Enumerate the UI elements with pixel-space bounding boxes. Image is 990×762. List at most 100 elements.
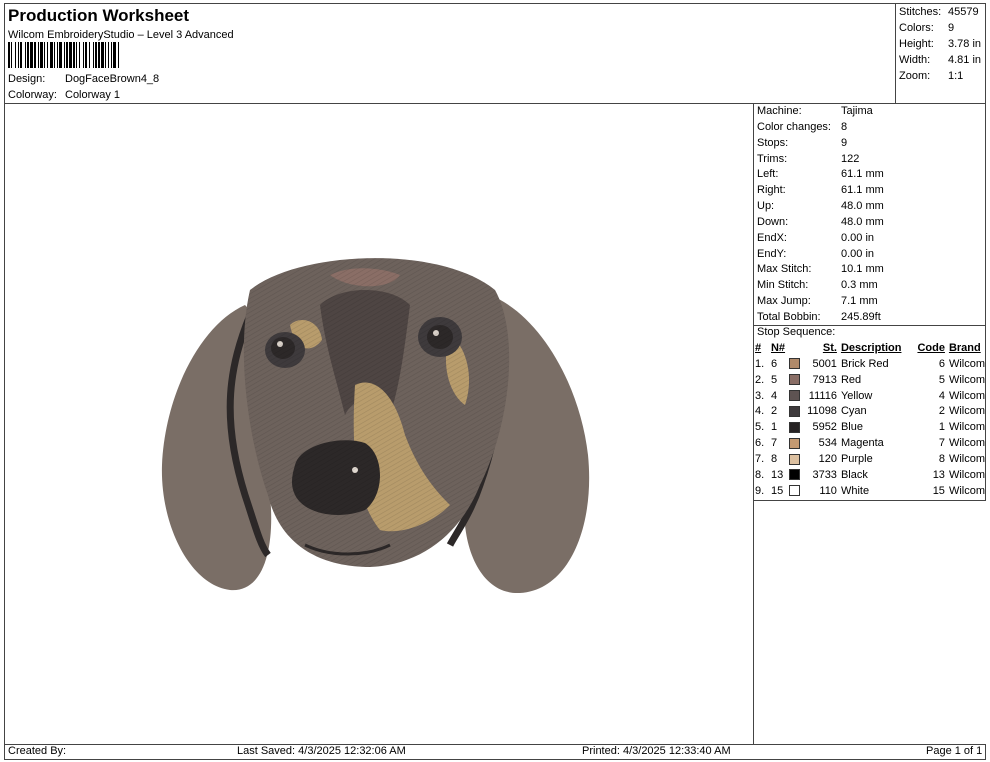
summary-label: Colors: bbox=[899, 22, 934, 34]
barcode-bar bbox=[64, 42, 65, 68]
color-code: 4 bbox=[938, 389, 945, 402]
stop-num: 6. bbox=[755, 437, 765, 450]
barcode-bar bbox=[38, 42, 39, 68]
summary-value: 9 bbox=[948, 22, 955, 34]
design-preview bbox=[161, 258, 590, 594]
color-swatch-box bbox=[788, 485, 800, 497]
spec-label: Color changes: bbox=[757, 120, 831, 133]
stitch-count: 11116 bbox=[808, 389, 837, 402]
summary-label: Zoom: bbox=[899, 70, 931, 82]
barcode-bar bbox=[57, 42, 58, 68]
spec-value: 48.0 mm bbox=[841, 215, 884, 228]
needle-num: 8 bbox=[770, 452, 778, 465]
spec-label: Max Stitch: bbox=[757, 263, 812, 276]
barcode-bar bbox=[98, 42, 100, 68]
color-swatch bbox=[788, 484, 803, 500]
barcode-bar bbox=[30, 42, 33, 68]
summary-row: Width: 4.81 in bbox=[899, 52, 981, 68]
summary-label: Stitches: bbox=[899, 6, 942, 18]
color-description: Blue bbox=[840, 421, 863, 434]
spec-label: Right: bbox=[757, 184, 786, 197]
summary-label: Height: bbox=[899, 38, 934, 50]
color-code: 15 bbox=[932, 484, 945, 497]
spec-row: Color changes: 8 bbox=[757, 120, 884, 136]
color-description: Black bbox=[840, 468, 868, 481]
barcode-bar bbox=[83, 42, 84, 68]
barcode-bar bbox=[105, 42, 106, 68]
spec-value: 122 bbox=[841, 152, 860, 165]
summary-value: 4.81 in bbox=[948, 54, 982, 66]
color-code: 7 bbox=[938, 437, 945, 450]
table-row: 5. 1 5952 Blue 1 Wilcom bbox=[755, 420, 985, 436]
barcode-bar bbox=[95, 42, 97, 68]
design-name: DogFaceBrown4_8 bbox=[65, 73, 160, 85]
table-row: 9. 15 110 White 15 Wilcom bbox=[755, 484, 985, 500]
stitch-count: 534 bbox=[818, 437, 837, 450]
spec-label: Machine: bbox=[757, 105, 802, 117]
spec-value: 48.0 mm bbox=[841, 200, 884, 213]
color-swatch-box bbox=[788, 453, 800, 465]
color-swatch bbox=[788, 452, 803, 468]
spec-row: Max Stitch: 10.1 mm bbox=[757, 262, 884, 278]
spec-row: Left: 61.1 mm bbox=[757, 167, 884, 183]
barcode-bar bbox=[44, 42, 45, 68]
col-num-header: # bbox=[755, 342, 762, 354]
spec-label: Stops: bbox=[757, 136, 789, 149]
color-description: Purple bbox=[840, 452, 873, 465]
color-swatch-box bbox=[788, 421, 800, 433]
page-number: Page 1 of 1 bbox=[926, 745, 983, 757]
color-code: 6 bbox=[938, 357, 945, 370]
needle-num: 2 bbox=[770, 405, 778, 418]
barcode-bar bbox=[27, 42, 29, 68]
spec-value: 245.89ft bbox=[841, 310, 881, 323]
stop-num: 8. bbox=[755, 468, 765, 481]
spec-label: Total Bobbin: bbox=[757, 310, 821, 323]
summary-row: Stitches: 45579 bbox=[899, 4, 981, 20]
color-swatch-box bbox=[788, 405, 800, 417]
stop-sequence-table: # N# St. Description Code Brand 1. 6 5001 B… bbox=[755, 341, 985, 499]
needle-num: 15 bbox=[770, 484, 784, 497]
col-swatch-header bbox=[789, 341, 803, 357]
last-saved: Last Saved: 4/3/2025 12:32:06 AM bbox=[237, 745, 406, 757]
stitch-count: 11098 bbox=[807, 405, 837, 418]
spec-value: 61.1 mm bbox=[841, 184, 884, 197]
software-name: Wilcom EmbroideryStudio – Level 3 Advanc… bbox=[8, 29, 234, 41]
table-row: 3. 4 11116 Yellow 4 Wilcom bbox=[755, 389, 985, 405]
thread-brand: Wilcom bbox=[948, 405, 985, 418]
stop-num: 2. bbox=[755, 373, 765, 386]
spec-value: 7.1 mm bbox=[841, 295, 878, 308]
thread-brand: Wilcom bbox=[948, 484, 985, 497]
table-header-row: # N# St. Description Code Brand bbox=[755, 341, 985, 357]
stitch-count: 7913 bbox=[812, 373, 837, 386]
thread-brand: Wilcom bbox=[948, 421, 985, 434]
table-row: 8. 13 3733 Black 13 Wilcom bbox=[755, 468, 985, 484]
barcode-bar bbox=[25, 42, 26, 68]
color-swatch bbox=[788, 389, 803, 405]
barcode-bar bbox=[111, 42, 112, 68]
summary-row: Height: 3.78 in bbox=[899, 36, 981, 52]
table-row: 6. 7 534 Magenta 7 Wilcom bbox=[755, 436, 985, 452]
summary-row: Colors: 9 bbox=[899, 20, 981, 36]
colorway-row: Colorway: Colorway 1 bbox=[8, 89, 120, 101]
stop-sequence-label: Stop Sequence: bbox=[757, 326, 836, 338]
needle-num: 7 bbox=[770, 437, 778, 450]
stitch-count: 110 bbox=[819, 484, 837, 497]
needle-num: 5 bbox=[770, 373, 778, 386]
spec-label: EndX: bbox=[757, 231, 787, 244]
spec-value: 10.1 mm bbox=[841, 263, 884, 276]
spec-label: Down: bbox=[757, 215, 789, 228]
color-swatch-box bbox=[788, 374, 800, 386]
barcode-bar bbox=[15, 42, 16, 68]
stop-num: 4. bbox=[755, 405, 765, 418]
barcode-bar bbox=[18, 42, 19, 68]
summary-value: 1:1 bbox=[948, 70, 964, 82]
specs-panel: Machine: Tajima Color changes: 8 Stops: 9 T… bbox=[757, 104, 884, 326]
spec-row: Max Jump: 7.1 mm bbox=[757, 294, 884, 310]
needle-num: 6 bbox=[770, 357, 778, 370]
color-description: Red bbox=[840, 373, 862, 386]
created-by: Created By: bbox=[8, 745, 67, 757]
barcode-bar bbox=[40, 42, 43, 68]
stop-num: 7. bbox=[755, 452, 765, 465]
color-swatch-box bbox=[788, 358, 800, 370]
spec-row: Machine: Tajima bbox=[757, 104, 884, 120]
